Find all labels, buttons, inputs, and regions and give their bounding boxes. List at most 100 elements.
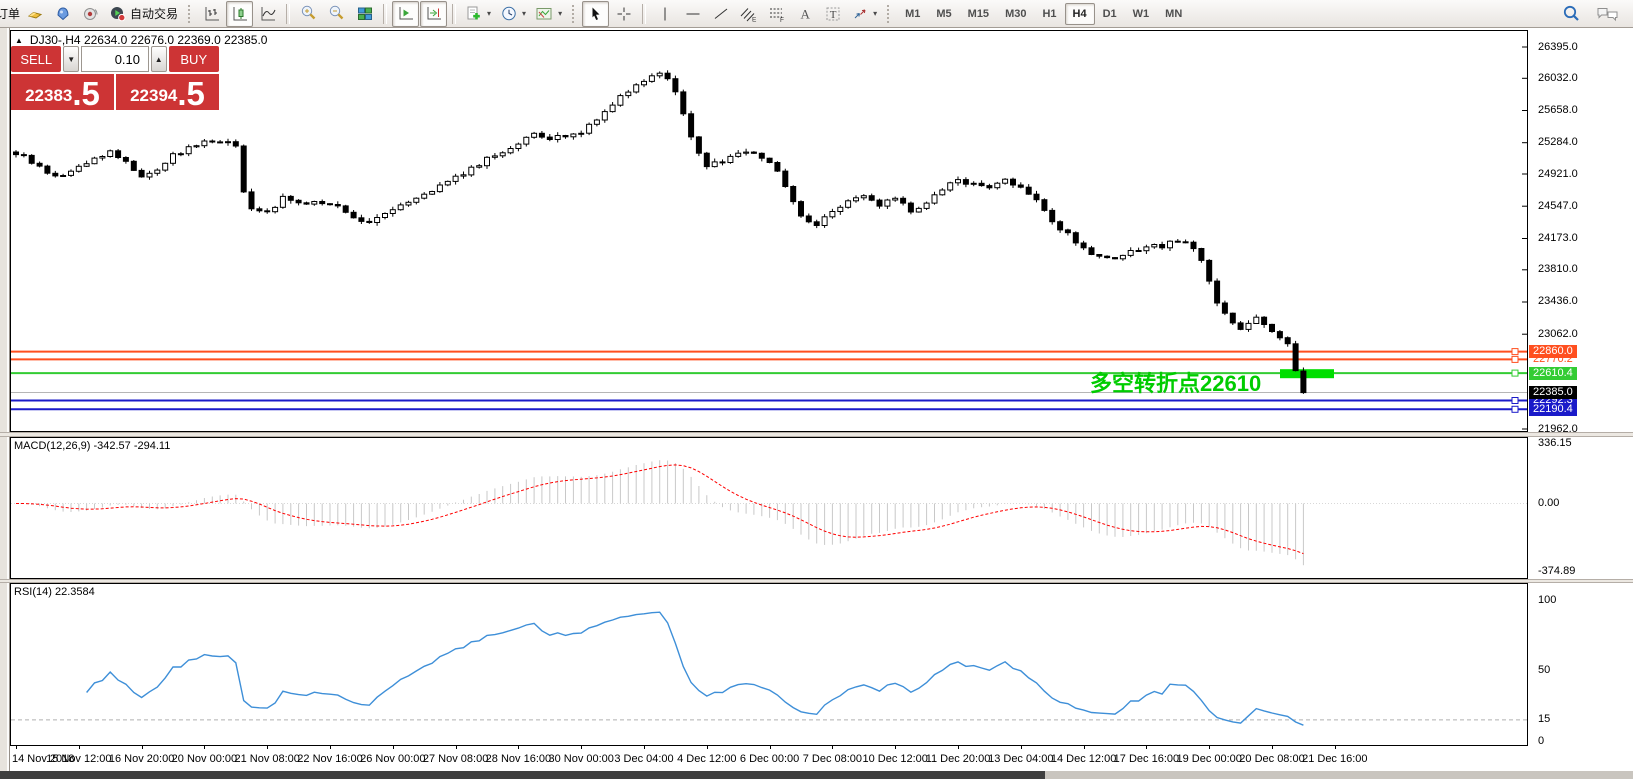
- sell-button[interactable]: SELL: [11, 46, 61, 72]
- crosshair-button[interactable]: [610, 1, 637, 27]
- price-tick-label: 24547.0: [1538, 200, 1578, 212]
- time-tick: [770, 746, 771, 749]
- market-watch-icon: [26, 5, 44, 23]
- timeframe-button-h4[interactable]: H4: [1065, 3, 1095, 25]
- time-tick: [1084, 746, 1085, 749]
- template-button[interactable]: ▾: [531, 2, 566, 26]
- price-tick-label: 23810.0: [1538, 263, 1578, 275]
- macd-tick-label: 0.00: [1538, 497, 1559, 509]
- data-window-button[interactable]: [49, 1, 76, 27]
- toolbar: 订单 自动交易 ▾ ▾: [0, 0, 1633, 28]
- timeframe-button-m5[interactable]: M5: [928, 3, 959, 25]
- add-indicator-caret: ▾: [487, 9, 491, 18]
- tile-windows-button[interactable]: [351, 1, 378, 27]
- period-selector-icon: [500, 5, 518, 23]
- time-tick: [707, 746, 708, 749]
- auto-scroll-button[interactable]: [392, 1, 419, 27]
- sound-icon: [82, 5, 100, 23]
- zoom-out-button[interactable]: [323, 1, 350, 27]
- time-tick: [16, 746, 17, 749]
- rsi-label: RSI(14) 22.3584: [14, 586, 95, 598]
- horizontal-line-button[interactable]: [679, 1, 706, 27]
- macd-axis: 336.150.00-374.89: [1529, 437, 1633, 579]
- time-tick: [456, 746, 457, 749]
- text-label-button[interactable]: T: [819, 1, 846, 27]
- one-click-trading-panel: SELL ▼ ▲ BUY 22383.5 22394.5: [11, 46, 219, 110]
- bar-chart-button[interactable]: [198, 1, 225, 27]
- time-label: 6 Dec 00:00: [740, 753, 799, 765]
- cursor-icon: [587, 5, 605, 23]
- time-tick: [581, 746, 582, 749]
- vertical-line-button[interactable]: [651, 1, 678, 27]
- time-label: 7 Dec 08:00: [803, 753, 862, 765]
- time-axis[interactable]: 14 Nov 201815 Nov 12:0016 Nov 20:0020 No…: [10, 746, 1633, 771]
- sound-button[interactable]: [77, 1, 104, 27]
- chart-shift-button[interactable]: [420, 1, 447, 27]
- time-label: 30 Nov 00:00: [548, 753, 613, 765]
- time-tick: [204, 746, 205, 749]
- timeframe-button-w1[interactable]: W1: [1125, 3, 1158, 25]
- data-window-icon: [54, 5, 72, 23]
- macd-pane: MACD(12,26,9) -342.57 -294.11 336.150.00…: [10, 437, 1633, 579]
- vertical-line-icon: [656, 5, 674, 23]
- timeframe-button-mn[interactable]: MN: [1157, 3, 1190, 25]
- rsi-tick-label: 100: [1538, 594, 1556, 606]
- level-price-label: 22860.0: [1529, 345, 1577, 358]
- volume-decrease-button[interactable]: ▼: [63, 46, 79, 72]
- cursor-button[interactable]: [582, 1, 609, 27]
- arrows-button[interactable]: ▾: [847, 2, 881, 26]
- time-tick: [330, 746, 331, 749]
- time-tick: [267, 746, 268, 749]
- time-label: 19 Dec 00:00: [1176, 753, 1241, 765]
- trend-line-button[interactable]: [707, 1, 734, 27]
- period-selector-button[interactable]: ▾: [496, 2, 530, 26]
- panel-collapse-icon[interactable]: ▲: [15, 36, 23, 45]
- price-tick-label: 25658.0: [1538, 104, 1578, 116]
- line-chart-icon: [259, 5, 277, 23]
- main-chart-canvas[interactable]: [10, 30, 1528, 437]
- price-tick-label: 23062.0: [1538, 328, 1578, 340]
- autotrading-label: 自动交易: [130, 5, 178, 22]
- autotrading-icon: [109, 5, 127, 23]
- zoom-in-button[interactable]: [295, 1, 322, 27]
- timeframe-button-m30[interactable]: M30: [997, 3, 1034, 25]
- timeframe-button-m15[interactable]: M15: [960, 3, 997, 25]
- rsi-tick-label: 15: [1538, 713, 1550, 725]
- time-tick: [895, 746, 896, 749]
- market-watch-button[interactable]: [21, 1, 48, 27]
- time-tick: [1146, 746, 1147, 749]
- volume-input[interactable]: [81, 46, 149, 72]
- rsi-tick-label: 50: [1538, 664, 1550, 676]
- volume-increase-button[interactable]: ▲: [151, 46, 167, 72]
- tile-windows-icon: [356, 5, 374, 23]
- text-button[interactable]: A: [791, 1, 818, 27]
- add-indicator-button[interactable]: ▾: [461, 2, 495, 26]
- chat-icon[interactable]: [1596, 5, 1620, 23]
- autotrading-button[interactable]: 自动交易: [105, 2, 182, 26]
- macd-canvas[interactable]: [10, 437, 1528, 584]
- period-selector-caret: ▾: [522, 9, 526, 18]
- search-icon[interactable]: [1562, 4, 1582, 24]
- buy-price[interactable]: 22394.5: [116, 74, 219, 110]
- fibonacci-button[interactable]: F: [763, 1, 790, 27]
- time-label: 11 Dec 20:00: [926, 753, 991, 765]
- sell-price-frac: .5: [72, 79, 100, 109]
- candlestick-chart-button[interactable]: [226, 1, 253, 27]
- level-price-label: 22610.4: [1529, 367, 1577, 380]
- price-axis[interactable]: 26395.026032.025658.025284.024921.024547…: [1529, 30, 1633, 432]
- sell-price[interactable]: 22383.5: [11, 74, 114, 110]
- chart-annotation-text[interactable]: 多空转折点22610: [1090, 366, 1261, 398]
- price-tick-label: 26032.0: [1538, 72, 1578, 84]
- timeframe-button-m1[interactable]: M1: [897, 3, 928, 25]
- equidistant-channel-button[interactable]: E: [735, 1, 762, 27]
- price-tick-label: 26395.0: [1538, 41, 1578, 53]
- buy-button[interactable]: BUY: [169, 46, 219, 72]
- rsi-canvas[interactable]: [10, 583, 1528, 751]
- auto-scroll-icon: [397, 5, 415, 23]
- line-chart-button[interactable]: [254, 1, 281, 27]
- time-label: 4 Dec 12:00: [677, 753, 736, 765]
- timeframe-button-h1[interactable]: H1: [1034, 3, 1064, 25]
- timeframe-button-d1[interactable]: D1: [1095, 3, 1125, 25]
- new-order-button[interactable]: 订单: [0, 5, 20, 22]
- svg-text:E: E: [752, 16, 757, 23]
